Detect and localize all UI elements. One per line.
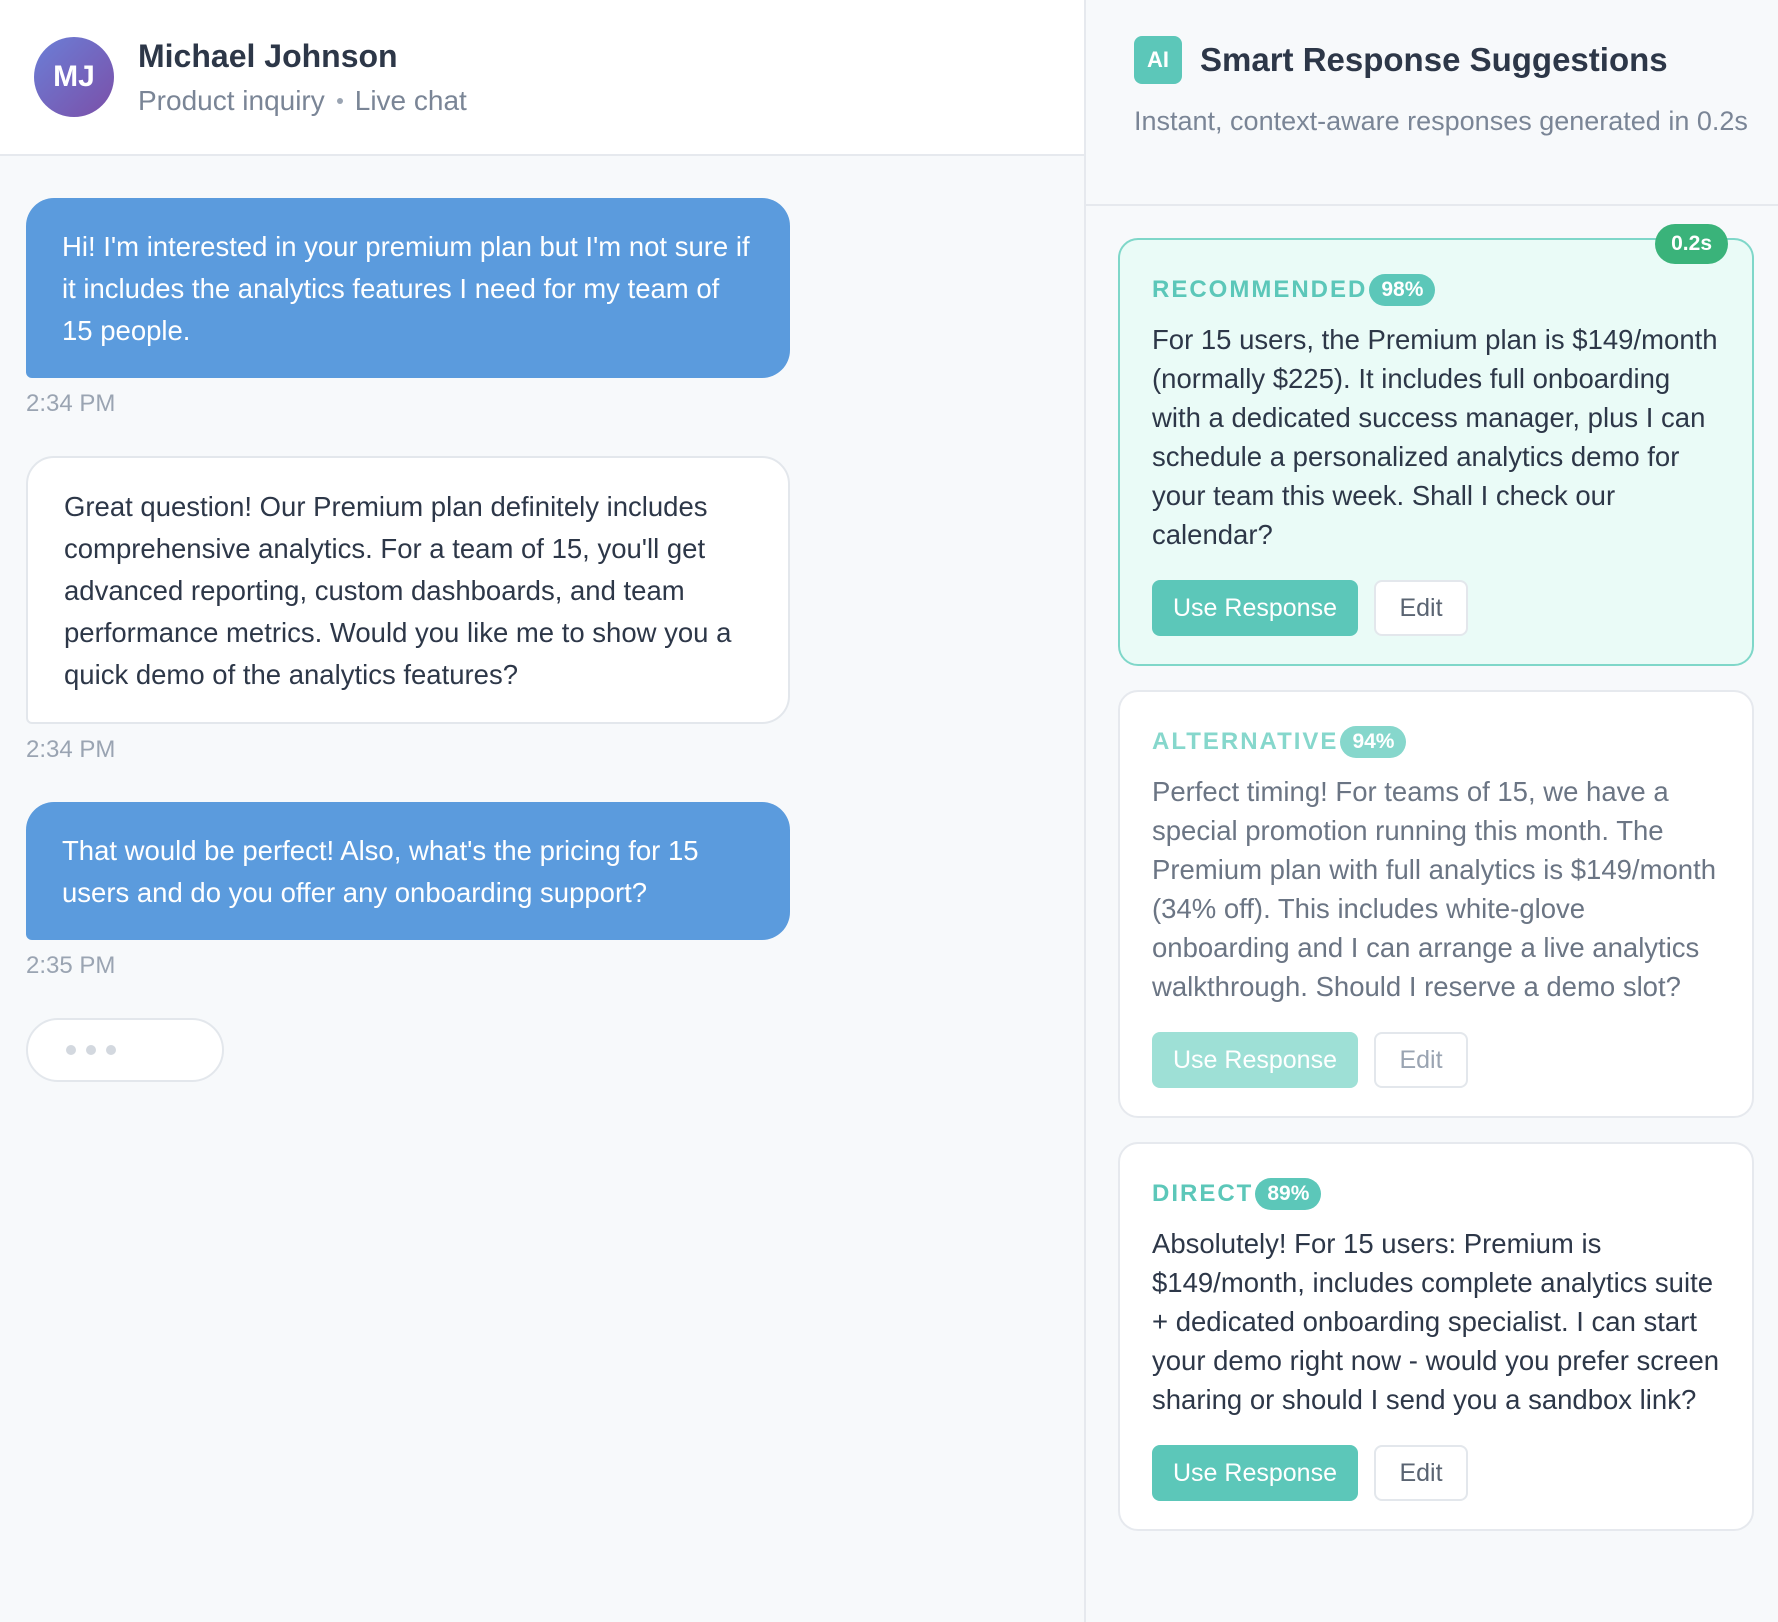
- generation-time-badge: 0.2s: [1655, 224, 1728, 264]
- edit-button[interactable]: Edit: [1374, 1032, 1468, 1088]
- suggestion-card-recommended[interactable]: 0.2s RECOMMENDED 98% For 15 users, the P…: [1118, 224, 1754, 666]
- suggestion-text: Absolutely! For 15 users: Premium is $14…: [1152, 1228, 1720, 1415]
- chat-header: MJ Michael Johnson Product inquiry Live …: [0, 0, 1084, 156]
- typing-dot: [66, 1045, 76, 1055]
- suggestion-actions: Use Response Edit: [1152, 1445, 1720, 1501]
- suggestions-panel: AI Smart Response Suggestions Instant, c…: [1086, 0, 1778, 1622]
- contact-name: Michael Johnson: [138, 37, 398, 74]
- suggestions-title-row: AI Smart Response Suggestions: [1134, 36, 1748, 84]
- confidence-badge: 98%: [1369, 274, 1436, 306]
- edit-button[interactable]: Edit: [1374, 580, 1468, 636]
- suggestion-label: DIRECT: [1152, 1180, 1254, 1207]
- app-root: MJ Michael Johnson Product inquiry Live …: [0, 0, 1778, 1622]
- suggestion-label: RECOMMENDED: [1152, 276, 1368, 303]
- customer-message-bubble: Hi! I'm interested in your premium plan …: [26, 198, 790, 378]
- message-item: Hi! I'm interested in your premium plan …: [26, 198, 790, 422]
- typing-dot: [86, 1045, 96, 1055]
- suggestion-card-alternative[interactable]: ALTERNATIVE 94% Perfect timing! For team…: [1118, 690, 1754, 1118]
- use-response-button[interactable]: Use Response: [1152, 580, 1358, 636]
- message-timestamp: 2:35 PM: [26, 952, 116, 979]
- contact-meta: Product inquiry Live chat: [138, 85, 467, 117]
- message-item: That would be perfect! Also, what's the …: [26, 802, 790, 984]
- chat-pane: MJ Michael Johnson Product inquiry Live …: [0, 0, 1086, 1622]
- typing-dot: [106, 1045, 116, 1055]
- conversation-channel: Live chat: [354, 84, 467, 116]
- suggestion-text: For 15 users, the Premium plan is $149/m…: [1152, 324, 1718, 550]
- conversation-topic: Product inquiry: [138, 84, 325, 116]
- typing-indicator: [26, 1018, 224, 1082]
- suggestions-subtitle: Instant, context-aware responses generat…: [1134, 106, 1748, 136]
- use-response-button[interactable]: Use Response: [1152, 1032, 1358, 1088]
- suggestion-card-header: RECOMMENDED 98%: [1152, 274, 1720, 306]
- message-timestamp: 2:34 PM: [26, 390, 116, 417]
- suggestion-card-header: DIRECT 89%: [1152, 1178, 1720, 1210]
- customer-message-bubble: That would be perfect! Also, what's the …: [26, 802, 790, 940]
- suggestion-card-direct[interactable]: DIRECT 89% Absolutely! For 15 users: Pre…: [1118, 1142, 1754, 1531]
- use-response-button[interactable]: Use Response: [1152, 1445, 1358, 1501]
- confidence-badge: 94%: [1340, 726, 1407, 758]
- confidence-badge: 89%: [1255, 1178, 1322, 1210]
- suggestion-text: Perfect timing! For teams of 15, we have…: [1152, 776, 1717, 1002]
- suggestions-header: AI Smart Response Suggestions Instant, c…: [1086, 0, 1778, 206]
- avatar: MJ: [34, 37, 114, 117]
- message-list: Hi! I'm interested in your premium plan …: [26, 198, 790, 1082]
- message-timestamp: 2:34 PM: [26, 736, 116, 763]
- suggestion-card-header: ALTERNATIVE 94%: [1152, 726, 1720, 758]
- contact-info: Michael Johnson Product inquiry Live cha…: [138, 38, 467, 117]
- edit-button[interactable]: Edit: [1374, 1445, 1468, 1501]
- suggestion-actions: Use Response Edit: [1152, 580, 1720, 636]
- separator-dot: [336, 97, 343, 104]
- agent-message-bubble: Great question! Our Premium plan definit…: [26, 456, 790, 724]
- suggestion-actions: Use Response Edit: [1152, 1032, 1720, 1088]
- message-item: Great question! Our Premium plan definit…: [26, 456, 790, 768]
- suggestion-label: ALTERNATIVE: [1152, 728, 1339, 755]
- suggestion-list: 0.2s RECOMMENDED 98% For 15 users, the P…: [1118, 224, 1754, 1555]
- ai-icon: AI: [1134, 36, 1182, 84]
- suggestions-title: Smart Response Suggestions: [1200, 41, 1668, 78]
